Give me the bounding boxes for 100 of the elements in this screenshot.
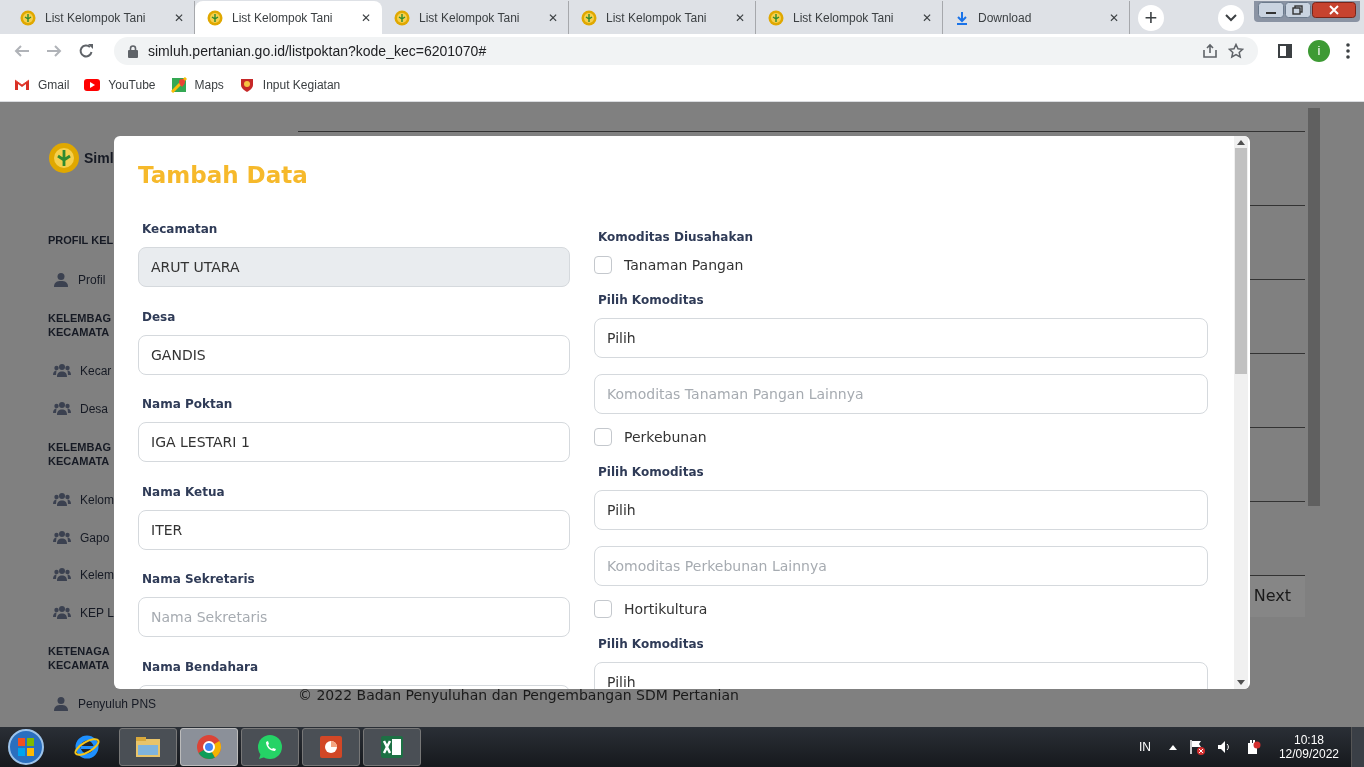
input-field[interactable]: IGA LESTARI 1 [138,422,570,462]
user-icon [53,271,69,288]
field-label: Komoditas Diusahakan [598,230,755,245]
field-label: Pilih Komoditas [598,293,705,308]
close-tab-button[interactable]: ✕ [735,10,745,25]
taskbar-app[interactable] [363,728,421,766]
bookmark-link[interactable]: Input Kegiatan [238,76,341,93]
star-icon[interactable] [1228,43,1244,59]
users-icon [53,492,71,509]
users-icon [53,363,71,380]
dropdown[interactable]: Pilih [594,318,1208,358]
reload-icon[interactable] [78,43,94,59]
sidebar-link[interactable]: Kelem [80,568,114,583]
site-emblem-icon [768,9,784,26]
bookmark-link[interactable]: YouTube [84,76,156,93]
section-heading: KELEMBAG KECAMATA [48,310,111,339]
site-emblem-icon [20,9,36,26]
tab-search-button[interactable] [1218,4,1244,31]
lock-icon [128,44,138,58]
checkbox[interactable] [594,428,612,446]
emblem-icon [48,142,80,174]
checkbox[interactable] [594,256,612,274]
play-icon [84,76,101,93]
language-indicator[interactable]: IN [1138,740,1151,754]
new-tab-button[interactable]: + [1138,4,1164,31]
restore-button[interactable] [1285,2,1311,18]
page-scrollbar[interactable] [1308,108,1320,506]
taskbar-app[interactable] [302,728,360,766]
close-tab-button[interactable]: ✕ [922,10,932,25]
minimize-button[interactable] [1258,2,1284,18]
share-icon[interactable] [1202,43,1218,59]
spreadsheet-icon [378,733,406,761]
browser-circle-icon [195,733,223,761]
chevron-down-icon [1225,13,1237,22]
clock-time[interactable]: 10:18 [1278,733,1339,747]
close-tab-button[interactable]: ✕ [548,10,558,25]
checkbox-label: Tanaman Pangan [624,257,744,273]
checkbox-label: Hortikultura [624,601,708,617]
sidebar-link[interactable]: Kelom [80,493,114,508]
input-field[interactable]: Komoditas Tanaman Pangan Lainnya [594,374,1208,414]
field-label: Nama Poktan [142,397,234,412]
field-label: Nama Sekretaris [142,572,256,587]
site-emblem-icon [394,9,410,26]
address-bar[interactable]: simluh.pertanian.go.id/listpoktan?kode_kec=6201070# [114,37,1258,65]
bookmark-link[interactable]: Maps [170,76,224,93]
sidebar-link[interactable]: Desa [80,401,108,416]
site-emblem-icon [207,9,223,26]
users-icon [53,567,71,584]
sidebar-link[interactable]: Kecar [80,364,112,379]
close-tab-button[interactable]: ✕ [1109,10,1119,25]
menu-icon[interactable] [1346,43,1350,59]
field-label: Nama Bendahara [142,659,260,675]
profile-avatar[interactable]: i [1308,40,1330,62]
field-label: Pilih Komoditas [598,637,705,652]
caret-up-icon[interactable] [1168,744,1177,750]
taskbar-app[interactable] [119,728,177,766]
users-icon [53,400,71,417]
slides-icon [317,733,345,761]
users-icon [53,604,71,621]
field-label: Pilih Komoditas [598,465,705,480]
close-tab-button[interactable]: ✕ [174,10,184,25]
field-label: Desa [142,309,177,325]
user-icon [53,696,69,713]
dialog-scrollbar[interactable] [1234,136,1248,689]
sidebar-link[interactable]: Penyuluh PNS [78,697,157,712]
clock-date[interactable]: 12/09/2022 [1278,747,1339,761]
input-field[interactable]: GANDIS [138,334,570,375]
dropdown[interactable]: Pilih [594,662,1208,689]
site-emblem-icon [581,9,597,26]
users-icon [53,529,71,546]
sidebar-link[interactable]: Profil [78,272,106,287]
shield-icon [238,76,255,93]
section-heading: KETENAGA KECAMATA [48,643,110,672]
section-heading: KELEMBAG KECAMATA [48,439,111,468]
section-heading: PROFIL KEL [48,233,114,247]
field-label: Nama Ketua [142,484,226,500]
dialog-title: Tambah Data [138,162,309,190]
field-label: Kecamatan [142,222,219,237]
close-tab-button[interactable]: ✕ [361,10,371,25]
sidebar-link[interactable]: KEP L [80,605,114,620]
browser-tab[interactable]: List Kelompok Tani ✕ [195,1,382,34]
flag-icon[interactable] [1188,739,1205,755]
download-icon [955,10,969,25]
close-window-button[interactable] [1312,2,1356,18]
checkbox[interactable] [594,600,612,618]
scroll-up-icon[interactable] [1237,140,1245,145]
input-field[interactable]: Komoditas Perkebunan Lainnya [594,546,1208,586]
scroll-down-icon[interactable] [1237,680,1245,685]
chat-bubble-icon [256,733,284,761]
side-panel-icon[interactable] [1278,44,1292,58]
brand-name: Siml [84,150,114,166]
input-field[interactable]: Nama Sekretaris [138,597,570,637]
input-field[interactable]: ITER [138,509,570,550]
footer-text: © 2022 Badan Penyuluhan dan Pengembangan SDM Pertanian [298,687,740,703]
sidebar-link[interactable]: Gapo [80,530,110,545]
bookmark-link[interactable]: Gmail [14,76,70,93]
browser-e-icon [73,733,101,761]
start-button[interactable] [6,727,46,767]
dropdown[interactable]: Pilih [594,490,1208,530]
checkbox-label: Perkebunan [624,429,707,445]
